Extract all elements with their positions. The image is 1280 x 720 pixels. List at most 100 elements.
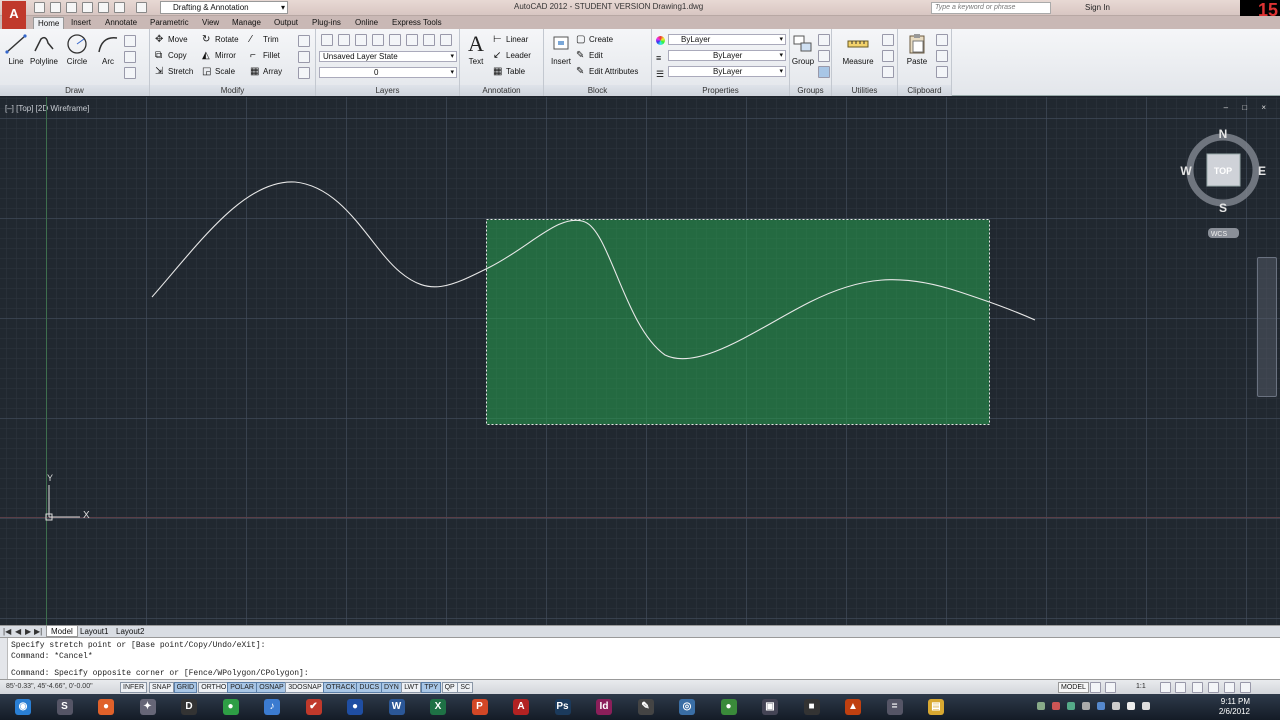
crossing-selection-window[interactable] <box>486 219 990 425</box>
taskbar-steam-icon[interactable]: S <box>48 697 82 718</box>
tray-cloud-icon[interactable] <box>1097 702 1105 710</box>
insert-block-tool[interactable]: Insert <box>547 33 575 66</box>
command-prompt-line[interactable]: Command: Specify opposite corner or [Fen… <box>11 669 309 678</box>
tray-signal-icon[interactable] <box>1127 702 1135 710</box>
utilities-panel-title[interactable]: Utilities <box>832 85 897 96</box>
layer-properties-icon[interactable] <box>321 34 333 46</box>
color-dropdown[interactable]: ByLayer <box>668 34 786 45</box>
status-toggle-lwt[interactable]: LWT <box>401 682 422 693</box>
scale-tool[interactable]: ◲ Scale <box>202 66 235 78</box>
annotation-visibility-icon[interactable] <box>1160 682 1171 693</box>
status-toggle-3dosnap[interactable]: 3DOSNAP <box>285 682 325 693</box>
stretch-tool[interactable]: ⇲ Stretch <box>155 66 193 78</box>
taskbar-dropbox-icon[interactable]: D <box>172 697 206 718</box>
status-toggle-otrack[interactable]: OTRACK <box>323 682 359 693</box>
model-space-button[interactable]: MODEL <box>1058 682 1089 693</box>
properties-panel-title[interactable]: Properties <box>652 85 789 96</box>
taskbar-powerpoint-icon[interactable]: P <box>463 697 497 718</box>
taskbar-chrome-icon[interactable]: ● <box>214 697 248 718</box>
taskbar-word-icon[interactable]: W <box>380 697 414 718</box>
taskbar-tools-icon[interactable]: ✦ <box>131 697 165 718</box>
application-menu-button[interactable]: A <box>2 1 26 29</box>
tab-manage[interactable]: Manage <box>228 17 265 29</box>
line-tool[interactable]: Line <box>4 33 28 66</box>
match-properties-icon[interactable] <box>936 66 948 78</box>
lineweight-dropdown[interactable]: ByLayer <box>668 66 786 77</box>
explode-icon[interactable] <box>298 51 310 63</box>
copy-clip-icon[interactable] <box>936 50 948 62</box>
layer-state-dropdown[interactable]: Unsaved Layer State <box>319 51 457 62</box>
select-all-icon[interactable] <box>882 50 894 62</box>
layer-off-icon[interactable] <box>355 34 367 46</box>
layer-previous-icon[interactable] <box>406 34 418 46</box>
tab-model[interactable]: Model <box>46 626 78 637</box>
status-toggle-grid[interactable]: GRID <box>173 682 198 693</box>
status-toggle-snap[interactable]: SNAP <box>149 682 175 693</box>
status-toggle-qp[interactable]: QP <box>441 682 458 693</box>
save-as-icon[interactable] <box>82 2 93 13</box>
tab-layout1[interactable]: Layout1 <box>76 626 112 637</box>
workspace-switching-icon[interactable] <box>1175 682 1186 693</box>
taskbar-magnifier-icon[interactable]: ◎ <box>670 697 704 718</box>
save-icon[interactable] <box>66 2 77 13</box>
hardware-acceleration-icon[interactable] <box>1208 682 1219 693</box>
array-tool[interactable]: ▦ Array <box>250 66 282 78</box>
groups-panel-title[interactable]: Groups <box>790 85 831 96</box>
tray-device-icon[interactable] <box>1082 702 1090 710</box>
taskbar-calculator-icon[interactable]: = <box>878 697 912 718</box>
status-toggle-sc[interactable]: SC <box>457 682 474 693</box>
status-toggle-infer[interactable]: INFER <box>120 682 147 693</box>
undo-icon[interactable] <box>114 2 125 13</box>
hatch-icon[interactable] <box>124 51 136 63</box>
polyline-tool[interactable]: Polyline <box>29 33 59 66</box>
ungroup-icon[interactable] <box>818 34 830 46</box>
status-toggle-tpy[interactable]: TPY <box>421 682 442 693</box>
erase-icon[interactable] <box>298 35 310 47</box>
status-toggle-polar[interactable]: POLAR <box>227 682 257 693</box>
paste-tool[interactable]: Paste <box>904 33 930 66</box>
search-input[interactable]: Type a keyword or phrase <box>931 2 1051 14</box>
layer-isolate-icon[interactable] <box>372 34 384 46</box>
status-toggle-dyn[interactable]: DYN <box>381 682 402 693</box>
text-tool[interactable]: A Text <box>464 33 488 67</box>
sign-in-link[interactable]: Sign In <box>1085 3 1110 12</box>
move-tool[interactable]: ✥ Move <box>155 34 188 46</box>
group-edit-icon[interactable] <box>818 50 830 62</box>
taskbar-media-icon[interactable]: ▣ <box>753 697 787 718</box>
tab-plugins[interactable]: Plug-ins <box>308 17 345 29</box>
command-line[interactable]: Specify stretch point or [Base point/Cop… <box>0 637 1280 680</box>
table-tool[interactable]: ▦ Table <box>493 66 525 78</box>
redo-icon[interactable] <box>136 2 147 13</box>
copy-tool[interactable]: ⧉ Copy <box>155 50 187 62</box>
taskbar-itunes-icon[interactable]: ♪ <box>255 697 289 718</box>
command-line-grip[interactable] <box>0 638 8 680</box>
clean-screen-icon[interactable] <box>1240 682 1251 693</box>
taskbar-globe-icon[interactable]: ● <box>712 697 746 718</box>
compass-south[interactable]: S <box>1219 201 1227 215</box>
compass-west[interactable]: W <box>1180 164 1192 178</box>
taskbar-pen-icon[interactable]: ✎ <box>629 697 663 718</box>
rotate-tool[interactable]: ↻ Rotate <box>202 34 239 46</box>
tray-updates-icon[interactable] <box>1067 702 1075 710</box>
layer-lock-icon[interactable] <box>423 34 435 46</box>
offset-icon[interactable] <box>298 67 310 79</box>
status-toggle-ortho[interactable]: ORTHO <box>198 682 230 693</box>
print-icon[interactable] <box>98 2 109 13</box>
circle-tool[interactable]: Circle <box>64 33 90 66</box>
tab-insert[interactable]: Insert <box>67 17 95 29</box>
tray-flag-icon[interactable] <box>1112 702 1120 710</box>
tab-layout2[interactable]: Layout2 <box>112 626 148 637</box>
taskbar-folder-icon[interactable]: ▤ <box>919 697 953 718</box>
group-selection-icon[interactable] <box>818 66 830 78</box>
tab-parametric[interactable]: Parametric <box>146 17 193 29</box>
tray-security-icon[interactable] <box>1052 702 1060 710</box>
status-toggle-osnap[interactable]: OSNAP <box>256 682 287 693</box>
taskbar-excel-icon[interactable]: X <box>421 697 455 718</box>
block-panel-title[interactable]: Block <box>544 85 651 96</box>
mirror-tool[interactable]: ◭ Mirror <box>202 50 236 62</box>
linear-dimension-tool[interactable]: ⊢ Linear <box>493 34 528 46</box>
modify-panel-title[interactable]: Modify <box>150 85 315 96</box>
arc-tool[interactable]: Arc <box>96 33 120 66</box>
clock-time[interactable]: 9:11 PM <box>1221 697 1250 706</box>
taskbar-vlc-icon[interactable]: ▲ <box>836 697 870 718</box>
